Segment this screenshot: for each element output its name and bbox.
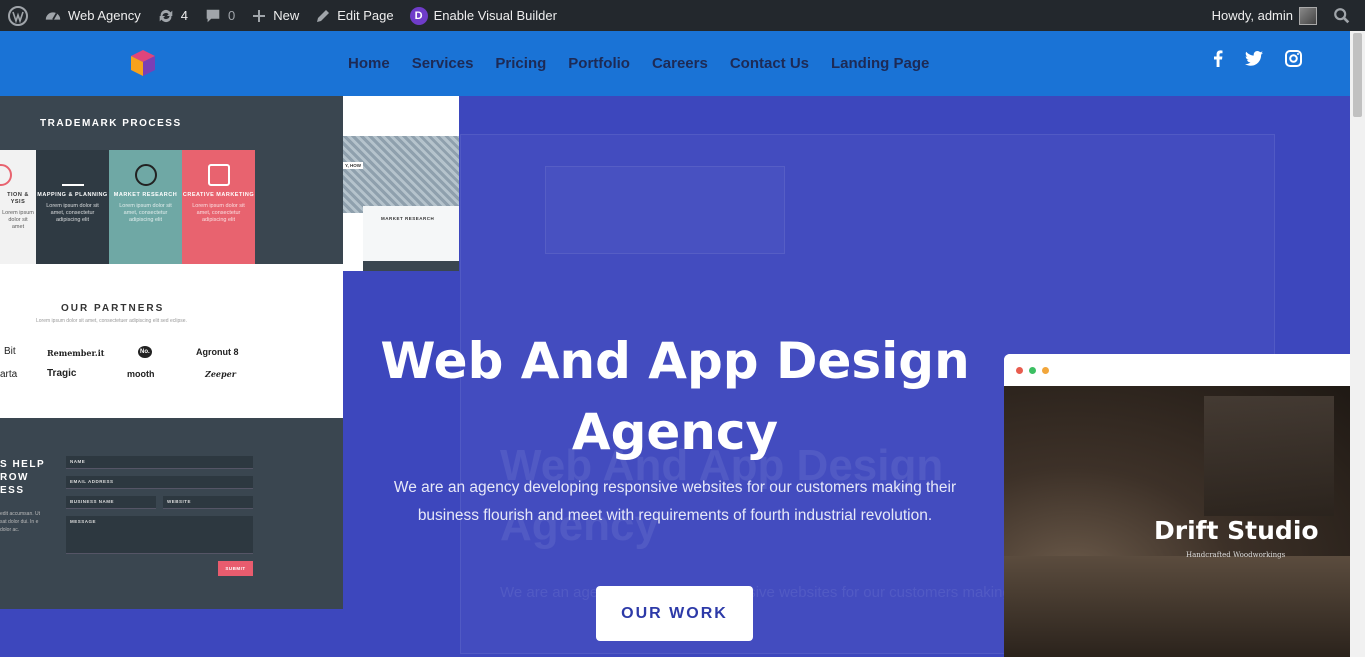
- account-menu[interactable]: Howdy, admin: [1204, 0, 1325, 31]
- mockup-field-business: BUSINESS NAME: [66, 496, 156, 509]
- site-name-link[interactable]: Web Agency: [36, 0, 149, 31]
- process-tile: MARKET RESEARCH Lorem ipsum dolor sit am…: [109, 150, 182, 264]
- partner-logo: Bit: [4, 346, 16, 357]
- partner-logo: Agronut 8: [196, 347, 239, 357]
- mockup-photo: [343, 136, 459, 213]
- edit-page-label: Edit Page: [337, 8, 394, 23]
- admin-search-button[interactable]: [1325, 0, 1365, 31]
- partner-logo: arta: [0, 369, 18, 380]
- window-max-dot: [1042, 366, 1049, 374]
- photo-window: [1204, 396, 1334, 516]
- visual-builder-label: Enable Visual Builder: [433, 8, 557, 23]
- mockup-card-title: MARKET RESEARCH: [381, 216, 435, 221]
- hero-title: Web And App Design Agency: [380, 332, 970, 461]
- process-tile: TION & YSIS Lorem ipsum dolor sit amet: [0, 150, 36, 264]
- mockup-field-name: NAME: [66, 456, 253, 469]
- window-close-dot: [1016, 366, 1023, 374]
- comments-count: 0: [228, 8, 236, 23]
- main-nav: Home Services Pricing Portfolio Careers …: [337, 31, 940, 96]
- updates-icon: [159, 9, 173, 22]
- window-min-dot: [1029, 366, 1036, 374]
- nav-landing-page[interactable]: Landing Page: [820, 55, 940, 72]
- browser-bar: [1004, 354, 1350, 386]
- partner-logo: Tragic: [47, 368, 77, 379]
- process-tile: MAPPING & PLANNING Lorem ipsum dolor sit…: [36, 150, 109, 264]
- megaphone-icon: [207, 164, 230, 186]
- chart-icon: [0, 164, 12, 186]
- nav-pricing[interactable]: Pricing: [484, 55, 557, 72]
- mockup-help-heading: S HELP ROW ESS: [0, 459, 45, 496]
- search-icon: [1334, 7, 1350, 23]
- mockup-snippet: Y, HOW: [343, 162, 364, 169]
- mockup-submit-button: SUBMIT: [218, 561, 253, 576]
- mockup-field-message: MESSAGE: [66, 516, 253, 554]
- partner-logo: mooth: [127, 369, 155, 379]
- updates-count: 4: [180, 8, 188, 23]
- site-name-label: Web Agency: [68, 8, 141, 23]
- our-work-button[interactable]: OUR WORK: [596, 586, 753, 641]
- partners-title: OUR PARTNERS: [61, 303, 165, 314]
- wp-admin-bar: Web Agency 4 0 New Edit Page D Enable Vi…: [0, 0, 1365, 31]
- photo-desk: [1004, 556, 1350, 657]
- site-logo[interactable]: [127, 48, 159, 80]
- mockup-section-title: TRADEMARK PROCESS: [40, 118, 182, 129]
- comment-icon: [206, 9, 220, 22]
- mockup-field-website: WEBSITE: [163, 496, 253, 509]
- mockup-field-email: EMAIL ADDRESS: [66, 476, 253, 489]
- mockup-footer: [363, 261, 459, 271]
- mockup-contact-section: S HELP ROW ESS edit accumsan. Ut sat dol…: [0, 418, 343, 609]
- ghost-dialog: [545, 166, 785, 254]
- visual-builder-link[interactable]: D Enable Visual Builder: [402, 0, 565, 31]
- nav-portfolio[interactable]: Portfolio: [557, 55, 641, 72]
- dashboard-icon: [45, 11, 61, 20]
- nav-contact-us[interactable]: Contact Us: [719, 55, 820, 72]
- scrollbar-thumb[interactable]: [1353, 33, 1362, 117]
- mockup-help-text: edit accumsan. Ut sat dolor dui. In e do…: [0, 511, 41, 533]
- pencil-icon: [317, 9, 330, 22]
- process-tile: CREATIVE MARKETING Lorem ipsum dolor sit…: [182, 150, 255, 264]
- drift-studio-title: Drift Studio: [1154, 516, 1319, 545]
- edit-page-link[interactable]: Edit Page: [307, 0, 401, 31]
- portfolio-mockup-left: TRADEMARK PROCESS TION & YSIS Lorem ipsu…: [0, 96, 343, 609]
- divi-icon: D: [409, 6, 428, 25]
- plus-icon: [253, 9, 266, 22]
- howdy-label: Howdy, admin: [1211, 8, 1293, 23]
- portfolio-mockup-right: Drift Studio Handcrafted Woodworkings: [1004, 354, 1350, 657]
- site-header: Home Services Pricing Portfolio Careers …: [0, 31, 1350, 96]
- nav-services[interactable]: Services: [401, 55, 485, 72]
- instagram-icon[interactable]: [1285, 49, 1302, 67]
- process-tiles: TION & YSIS Lorem ipsum dolor sit amet M…: [0, 150, 255, 264]
- drift-studio-photo: Drift Studio Handcrafted Woodworkings: [1004, 386, 1350, 657]
- partners-subtitle: Lorem ipsum dolor sit amet, consectetuer…: [36, 318, 187, 324]
- avatar: [1299, 6, 1317, 25]
- twitter-icon[interactable]: [1245, 50, 1263, 66]
- magnifier-icon: [134, 164, 157, 186]
- ghost-text: We are an agency developing responsive w…: [500, 584, 1011, 601]
- partner-logo: Zeeper: [205, 369, 236, 379]
- social-links: [1213, 31, 1302, 85]
- drift-studio-subtitle: Handcrafted Woodworkings: [1186, 551, 1286, 559]
- wordpress-icon: [8, 5, 28, 26]
- page-scrollbar[interactable]: [1350, 31, 1365, 657]
- hero-text: We are an agency developing responsive w…: [393, 479, 957, 524]
- nav-careers[interactable]: Careers: [641, 55, 719, 72]
- new-content-link[interactable]: New: [243, 0, 307, 31]
- new-label: New: [273, 8, 300, 23]
- comments-link[interactable]: 0: [196, 0, 243, 31]
- hero-section: Web And App Design Agency We are an agen…: [0, 96, 1350, 657]
- bar-chart-icon: [61, 164, 84, 186]
- nav-home[interactable]: Home: [337, 55, 401, 72]
- partner-logo: Remember.it: [47, 348, 105, 358]
- partner-logo: No.: [138, 346, 152, 358]
- updates-link[interactable]: 4: [149, 0, 196, 31]
- wordpress-logo-button[interactable]: [0, 0, 36, 31]
- portfolio-mockup-top: Y, HOW MARKET RESEARCH: [343, 96, 459, 271]
- facebook-icon[interactable]: [1213, 49, 1223, 67]
